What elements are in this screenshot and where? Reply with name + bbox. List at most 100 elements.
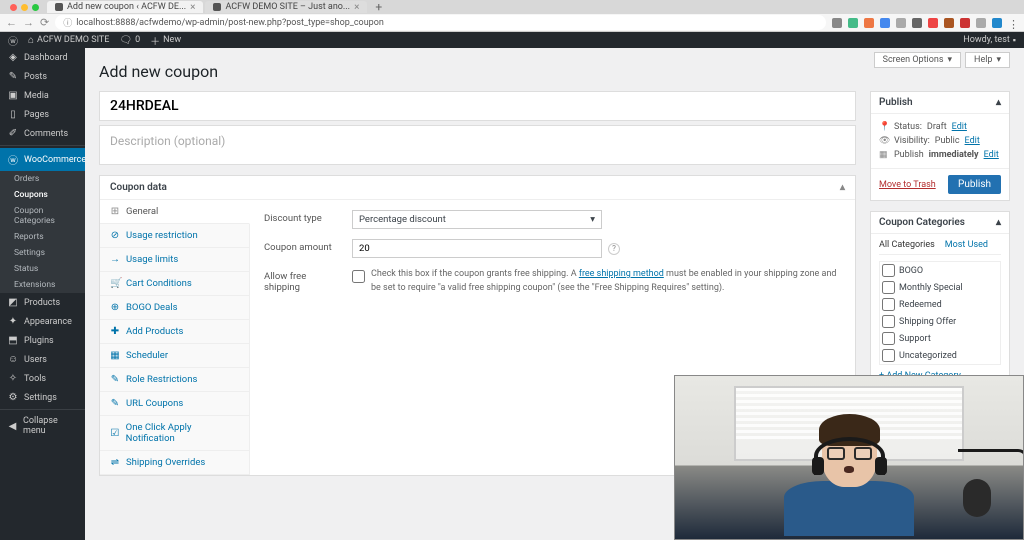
minimize-window-icon[interactable]	[21, 4, 28, 11]
coupon-tab[interactable]: 🛒Cart Conditions	[100, 272, 249, 296]
edit-visibility-link[interactable]: Edit	[965, 136, 980, 146]
edit-status-link[interactable]: Edit	[952, 122, 967, 132]
window-controls[interactable]	[4, 4, 45, 11]
sidebar-subitem[interactable]: Status	[0, 261, 85, 277]
close-tab-icon[interactable]: ×	[354, 2, 359, 13]
category-checkbox[interactable]	[882, 298, 895, 311]
sidebar-subitem[interactable]: Orders	[0, 171, 85, 187]
avatar-icon[interactable]	[992, 18, 1002, 28]
free-shipping-checkbox[interactable]	[352, 270, 365, 283]
coupon-tab[interactable]: ☑One Click Apply Notification	[100, 416, 249, 451]
howdy-user[interactable]: Howdy, test ▪	[963, 35, 1016, 46]
coupon-tab[interactable]: ✎Role Restrictions	[100, 368, 249, 392]
close-tab-icon[interactable]: ×	[190, 2, 195, 13]
menu-icon[interactable]: ⋮	[1008, 18, 1018, 28]
back-button[interactable]: ←	[6, 16, 17, 29]
category-checkbox[interactable]	[882, 281, 895, 294]
sidebar-item[interactable]: ◈Dashboard	[0, 48, 85, 67]
sidebar-item[interactable]: ✦Appearance	[0, 312, 85, 331]
move-to-trash-link[interactable]: Move to Trash	[879, 180, 936, 190]
ext-icon[interactable]	[928, 18, 938, 28]
comments-link[interactable]: 🗨0	[119, 35, 140, 46]
ext-icon[interactable]	[848, 18, 858, 28]
sidebar-item[interactable]: ⚙Settings	[0, 388, 85, 407]
toggle-metabox-icon[interactable]: ▴	[996, 217, 1001, 228]
category-item[interactable]: Shipping Offer	[882, 315, 998, 328]
sidebar-item[interactable]: ◩Products	[0, 293, 85, 312]
ext-icon[interactable]	[944, 18, 954, 28]
close-window-icon[interactable]	[10, 4, 17, 11]
site-name-link[interactable]: ⌂ACFW DEMO SITE	[28, 35, 109, 46]
category-checkbox[interactable]	[882, 332, 895, 345]
ext-icon[interactable]	[960, 18, 970, 28]
ext-icon[interactable]	[832, 18, 842, 28]
ext-icon[interactable]	[976, 18, 986, 28]
discount-type-select[interactable]: Percentage discount▾	[352, 210, 602, 229]
sidebar-item[interactable]: ▯Pages	[0, 105, 85, 124]
tab-label: Scheduler	[126, 350, 168, 361]
browser-tab-active[interactable]: Add new coupon ‹ ACFW DE... ×	[47, 1, 203, 13]
coupon-tab[interactable]: ⇌Shipping Overrides	[100, 451, 249, 475]
maximize-window-icon[interactable]	[32, 4, 39, 11]
address-bar[interactable]: ⓘ localhost:8888/acfwdemo/wp-admin/post-…	[55, 15, 826, 30]
most-used-tab[interactable]: Most Used	[945, 240, 988, 250]
help-button[interactable]: Help ▾	[965, 52, 1010, 68]
forward-button[interactable]: →	[23, 16, 34, 29]
coupon-amount-input[interactable]	[352, 239, 602, 258]
ext-icon[interactable]	[880, 18, 890, 28]
all-categories-tab[interactable]: All Categories	[879, 240, 935, 250]
sidebar-item[interactable]: ☺Users	[0, 350, 85, 369]
coupon-tab[interactable]: ▦Scheduler	[100, 344, 249, 368]
category-item[interactable]: Uncategorized	[882, 349, 998, 362]
sidebar-item-label: Users	[24, 355, 47, 365]
new-tab-button[interactable]: +	[369, 0, 388, 14]
category-item[interactable]: BOGO	[882, 264, 998, 277]
category-checkbox[interactable]	[882, 315, 895, 328]
status-icon: 📍	[879, 122, 889, 132]
coupon-tab[interactable]: ✎URL Coupons	[100, 392, 249, 416]
toggle-metabox-icon[interactable]: ▴	[840, 182, 845, 193]
tab-icon: ✎	[110, 374, 120, 385]
coupon-amount-label: Coupon amount	[264, 239, 344, 253]
browser-tab[interactable]: ACFW DEMO SITE – Just ano... ×	[205, 1, 367, 13]
sidebar-item-label: Collapse menu	[23, 416, 77, 436]
edit-date-link[interactable]: Edit	[984, 150, 999, 160]
sidebar-item-woocommerce[interactable]: ⓦ WooCommerce	[0, 148, 85, 171]
category-item[interactable]: Support	[882, 332, 998, 345]
category-checkbox[interactable]	[882, 349, 895, 362]
new-content-link[interactable]: ＋New	[150, 33, 181, 48]
ext-icon[interactable]	[864, 18, 874, 28]
categories-metabox: Coupon Categories ▴ All Categories Most …	[870, 211, 1010, 388]
coupon-tab[interactable]: ⊕BOGO Deals	[100, 296, 249, 320]
reload-button[interactable]: ⟳	[40, 16, 49, 29]
sidebar-subitem[interactable]: Extensions	[0, 277, 85, 293]
sidebar-item[interactable]: ✎Posts	[0, 67, 85, 86]
sidebar-item[interactable]: ✐Comments	[0, 124, 85, 143]
screen-options-button[interactable]: Screen Options ▾	[874, 52, 961, 68]
ext-icon[interactable]	[912, 18, 922, 28]
description-input[interactable]: Description (optional)	[99, 125, 856, 165]
coupon-title-input[interactable]	[99, 91, 856, 121]
collapse-menu[interactable]: ◀ Collapse menu	[0, 412, 85, 440]
coupon-tab[interactable]: ✚Add Products	[100, 320, 249, 344]
category-item[interactable]: Monthly Special	[882, 281, 998, 294]
publish-button[interactable]: Publish	[948, 175, 1001, 194]
free-shipping-method-link[interactable]: free shipping method	[579, 269, 664, 279]
sidebar-item[interactable]: ⬒Plugins	[0, 331, 85, 350]
sidebar-item[interactable]: ▣Media	[0, 86, 85, 105]
sidebar-subitem[interactable]: Reports	[0, 229, 85, 245]
category-checkbox[interactable]	[882, 264, 895, 277]
coupon-tab[interactable]: →Usage limits	[100, 248, 249, 272]
toggle-metabox-icon[interactable]: ▴	[996, 97, 1001, 108]
sidebar-subitem[interactable]: Settings	[0, 245, 85, 261]
help-icon[interactable]: ?	[608, 243, 620, 255]
coupon-tab[interactable]: ⊘Usage restriction	[100, 224, 249, 248]
site-info-icon[interactable]: ⓘ	[63, 16, 72, 29]
coupon-tab[interactable]: ⊞General	[100, 200, 250, 224]
wp-logo-icon[interactable]: ⓦ	[8, 33, 18, 48]
ext-icon[interactable]	[896, 18, 906, 28]
sidebar-subitem[interactable]: Coupon Categories	[0, 203, 85, 229]
category-item[interactable]: Redeemed	[882, 298, 998, 311]
sidebar-item[interactable]: ✧Tools	[0, 369, 85, 388]
sidebar-subitem[interactable]: Coupons	[0, 187, 85, 203]
